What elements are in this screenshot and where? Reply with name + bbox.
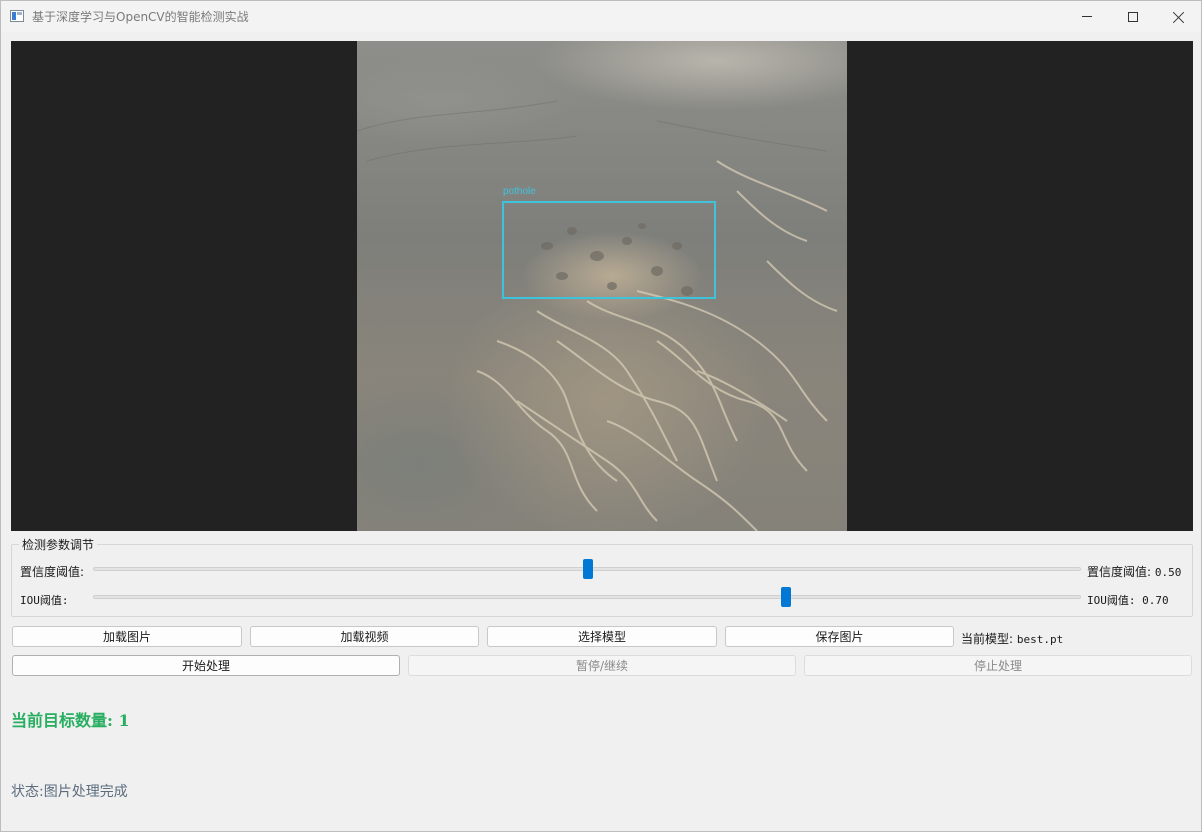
load-video-button[interactable]: 加载视频 [250, 626, 479, 647]
target-count-value: 1 [118, 711, 130, 730]
iou-label: IOU阈值: [20, 594, 69, 607]
detection-label: pothole [503, 186, 536, 197]
confidence-value-number: 0.50 [1154, 566, 1182, 579]
current-model: 当前模型: best.pt [961, 630, 1063, 647]
iou-value: IOU阈值: 0.70 [1087, 592, 1169, 608]
params-group-title: 检测参数调节 [19, 536, 98, 553]
app-window-icon [10, 10, 24, 22]
status-bar: 状态:图片处理完成 [11, 781, 128, 801]
image-display: pothole [11, 41, 1193, 531]
title-bar: 基于深度学习与OpenCV的智能检测实战 [1, 1, 1201, 32]
target-count-label: 当前目标数量: [11, 711, 113, 730]
iou-slider-handle[interactable] [780, 587, 791, 607]
select-model-button[interactable]: 选择模型 [487, 626, 717, 647]
confidence-slider-handle[interactable] [583, 559, 593, 579]
iou-value-label: IOU阈值: [1087, 594, 1136, 607]
close-button[interactable] [1156, 1, 1202, 32]
load-image-button[interactable]: 加载图片 [12, 626, 242, 647]
params-groupbox [11, 544, 1193, 617]
minimize-icon [1082, 16, 1092, 17]
maximize-button[interactable] [1110, 1, 1156, 32]
detection-box [502, 201, 716, 299]
main-window: 基于深度学习与OpenCV的智能检测实战 pothole 检测参数调节 置信度阈… [0, 0, 1202, 832]
pause-resume-button[interactable]: 暂停/继续 [408, 655, 796, 676]
current-model-label: 当前模型: [961, 632, 1014, 646]
current-model-name: best.pt [1016, 633, 1064, 646]
maximize-icon [1128, 11, 1138, 22]
confidence-slider[interactable] [93, 559, 1081, 579]
save-image-button[interactable]: 保存图片 [725, 626, 954, 647]
minimize-button[interactable] [1064, 1, 1110, 32]
status-label: 状态: [11, 784, 44, 800]
road-photo: pothole [357, 41, 847, 531]
window-title: 基于深度学习与OpenCV的智能检测实战 [32, 10, 249, 24]
confidence-value-label: 置信度阈值: [1087, 565, 1152, 579]
status-text: 图片处理完成 [43, 784, 128, 800]
start-button[interactable]: 开始处理 [12, 655, 400, 676]
stop-button[interactable]: 停止处理 [804, 655, 1192, 676]
close-icon [1173, 11, 1185, 23]
confidence-value: 置信度阈值: 0.50 [1087, 563, 1181, 580]
target-count: 当前目标数量: 1 [11, 707, 130, 731]
confidence-label: 置信度阈值: [20, 565, 85, 579]
iou-value-number: 0.70 [1142, 594, 1169, 607]
iou-slider[interactable] [93, 587, 1081, 607]
